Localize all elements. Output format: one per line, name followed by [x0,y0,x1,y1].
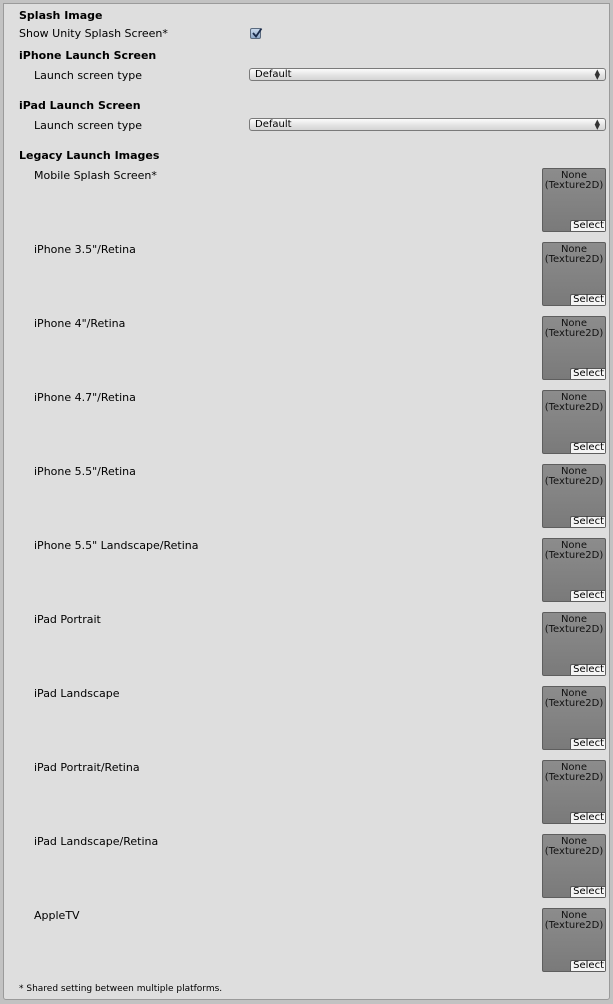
updown-arrows-icon: ▲ ▼ [594,68,600,81]
texture-slot[interactable]: None (Texture2D) Select [542,390,606,454]
texture-slot[interactable]: None (Texture2D) Select [542,316,606,380]
ipad-launch-screen-header: iPad Launch Screen [19,99,141,112]
legacy-image-label: iPad Portrait [34,613,101,626]
texture-slot[interactable]: None (Texture2D) Select [542,464,606,528]
texture-select-button[interactable]: Select [570,294,605,305]
texture-type-line: (Texture2D) [544,402,604,413]
shared-setting-footnote: * Shared setting between multiple platfo… [19,984,223,994]
texture-type-line: (Texture2D) [544,920,604,931]
texture-type-line: (Texture2D) [544,328,604,339]
legacy-image-label: iPhone 3.5"/Retina [34,243,136,256]
legacy-image-label: iPad Portrait/Retina [34,761,140,774]
legacy-image-label: iPad Landscape [34,687,120,700]
texture-none-text: None (Texture2D) [541,911,607,931]
texture-select-button[interactable]: Select [570,220,605,231]
legacy-launch-images-header: Legacy Launch Images [19,149,160,162]
legacy-image-label: iPad Landscape/Retina [34,835,159,848]
iphone-launch-type-label: Launch screen type [34,69,142,82]
show-unity-splash-checkbox[interactable] [250,27,263,39]
iphone-launch-screen-header: iPhone Launch Screen [19,49,157,62]
ipad-launch-type-value: Default [255,119,292,130]
texture-type-line: (Texture2D) [544,624,604,635]
legacy-image-label: AppleTV [34,909,80,922]
legacy-image-label: iPhone 5.5" Landscape/Retina [34,539,199,552]
texture-slot[interactable]: None (Texture2D) Select [542,242,606,306]
texture-type-line: (Texture2D) [544,698,604,709]
texture-slot[interactable]: None (Texture2D) Select [542,538,606,602]
texture-slot[interactable]: None (Texture2D) Select [542,834,606,898]
ipad-launch-type-label: Launch screen type [34,119,142,132]
texture-select-button[interactable]: Select [570,590,605,601]
texture-none-text: None (Texture2D) [541,837,607,857]
texture-slot[interactable]: None (Texture2D) Select [542,168,606,232]
texture-slot[interactable]: None (Texture2D) Select [542,612,606,676]
texture-select-button[interactable]: Select [570,960,605,971]
texture-slot[interactable]: None (Texture2D) Select [542,908,606,972]
texture-none-text: None (Texture2D) [541,393,607,413]
texture-none-text: None (Texture2D) [541,763,607,783]
iphone-launch-type-dropdown[interactable]: Default ▲ ▼ [249,68,606,81]
texture-type-line: (Texture2D) [544,550,604,561]
texture-type-line: (Texture2D) [544,476,604,487]
texture-type-line: (Texture2D) [544,846,604,857]
texture-none-text: None (Texture2D) [541,467,607,487]
texture-select-button[interactable]: Select [570,886,605,897]
texture-type-line: (Texture2D) [544,180,604,191]
texture-slot[interactable]: None (Texture2D) Select [542,760,606,824]
texture-select-button[interactable]: Select [570,516,605,527]
texture-select-button[interactable]: Select [570,738,605,749]
updown-arrows-icon: ▲ ▼ [594,118,600,131]
legacy-image-label: iPhone 4"/Retina [34,317,126,330]
texture-type-line: (Texture2D) [544,772,604,783]
ipad-launch-type-dropdown[interactable]: Default ▲ ▼ [249,118,606,131]
texture-select-button[interactable]: Select [570,664,605,675]
texture-select-button[interactable]: Select [570,812,605,823]
texture-none-text: None (Texture2D) [541,245,607,265]
texture-select-button[interactable]: Select [570,368,605,379]
checkmark-icon [252,27,263,38]
texture-none-text: None (Texture2D) [541,171,607,191]
texture-select-button[interactable]: Select [570,442,605,453]
texture-none-text: None (Texture2D) [541,319,607,339]
legacy-image-label: iPhone 5.5"/Retina [34,465,136,478]
texture-slot[interactable]: None (Texture2D) Select [542,686,606,750]
legacy-image-label: iPhone 4.7"/Retina [34,391,136,404]
texture-none-text: None (Texture2D) [541,615,607,635]
show-unity-splash-label: Show Unity Splash Screen* [19,27,168,40]
iphone-launch-type-value: Default [255,69,292,80]
texture-type-line: (Texture2D) [544,254,604,265]
texture-none-text: None (Texture2D) [541,689,607,709]
splash-image-header: Splash Image [19,9,103,22]
texture-none-text: None (Texture2D) [541,541,607,561]
legacy-image-label: Mobile Splash Screen* [34,169,157,182]
